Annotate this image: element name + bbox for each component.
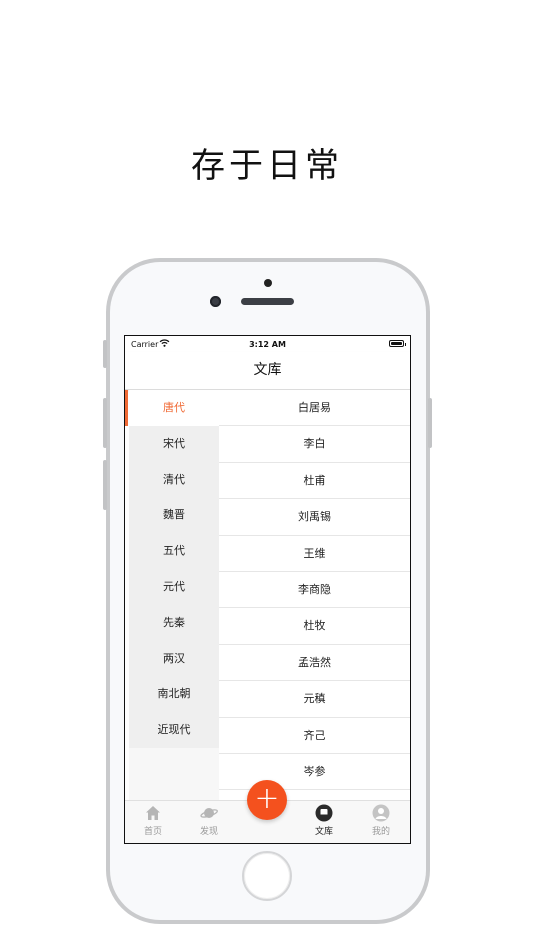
poet-item[interactable]: 杜牧: [219, 608, 410, 645]
dynasty-item[interactable]: 南北朝: [129, 676, 219, 713]
home-button[interactable]: [242, 851, 292, 901]
dynasty-list[interactable]: 唐代 宋代 清代 魏晋 五代 元代 先秦 两汉 南北朝 近现代: [125, 390, 219, 802]
nav-title: 文库: [125, 352, 410, 390]
tab-discover-label: 发现: [199, 827, 218, 837]
volume-down-button: [103, 460, 107, 510]
dynasty-item[interactable]: 魏晋: [129, 497, 219, 534]
dynasty-item[interactable]: 宋代: [129, 425, 219, 462]
status-bar: Carrier 3:12 AM: [125, 336, 410, 352]
poet-item[interactable]: 岑参: [219, 754, 410, 791]
home-icon: [146, 806, 160, 820]
poet-item[interactable]: 孟浩然: [219, 645, 410, 682]
front-camera: [210, 296, 221, 307]
library-icon: [315, 804, 333, 822]
person-icon: [372, 804, 390, 822]
dynasty-item[interactable]: 五代: [129, 533, 219, 569]
tab-home-label: 首页: [143, 827, 162, 837]
library-content: 唐代 宋代 清代 魏晋 五代 元代 先秦 两汉 南北朝 近现代 白居易 李白 杜甫 刘禹锡 王维 李商隐 杜牧…: [125, 390, 410, 802]
dynasty-item[interactable]: 两汉: [129, 640, 219, 677]
poet-item[interactable]: 齐己: [219, 718, 410, 754]
tab-discover[interactable]: 发现: [189, 804, 229, 837]
poet-item[interactable]: 刘禹锡: [219, 499, 410, 536]
dynasty-item[interactable]: 唐代: [125, 390, 219, 426]
poet-item[interactable]: 元稹: [219, 681, 410, 718]
tab-library-label: 文库: [314, 827, 333, 837]
earpiece-speaker: [241, 298, 294, 305]
plus-icon: +: [254, 781, 280, 816]
poet-item[interactable]: 杜甫: [219, 463, 410, 500]
poet-item[interactable]: 李商隐: [219, 572, 410, 609]
mute-switch: [103, 340, 107, 368]
poet-item[interactable]: 白居易: [219, 390, 410, 427]
dynasty-item[interactable]: 近现代: [129, 712, 219, 748]
power-button: [428, 398, 432, 448]
planet-icon: [200, 808, 218, 818]
poet-item[interactable]: 王维: [219, 536, 410, 572]
tab-profile[interactable]: 我的: [361, 804, 401, 837]
poet-list[interactable]: 白居易 李白 杜甫 刘禹锡 王维 李商隐 杜牧 孟浩然 元稹 齐己 岑参: [219, 390, 410, 802]
headline: 存于日常: [191, 146, 343, 186]
battery-icon: [389, 340, 406, 347]
dynasty-item[interactable]: 先秦: [129, 604, 219, 641]
poet-item[interactable]: 李白: [219, 426, 410, 463]
dynasty-item[interactable]: 清代: [129, 461, 219, 498]
tab-home[interactable]: 首页: [133, 804, 173, 837]
app-screen: Carrier 3:12 AM 文库 唐代 宋代 清代 魏晋 五代 元代 先秦 两汉 南北朝 近现…: [124, 335, 411, 844]
proximity-sensor: [264, 279, 272, 287]
add-button[interactable]: +: [247, 780, 287, 820]
tab-profile-label: 我的: [371, 827, 390, 837]
volume-up-button: [103, 398, 107, 448]
tab-library[interactable]: 文库: [304, 804, 344, 837]
status-time: 3:12 AM: [249, 340, 286, 349]
dynasty-item[interactable]: 元代: [129, 568, 219, 605]
